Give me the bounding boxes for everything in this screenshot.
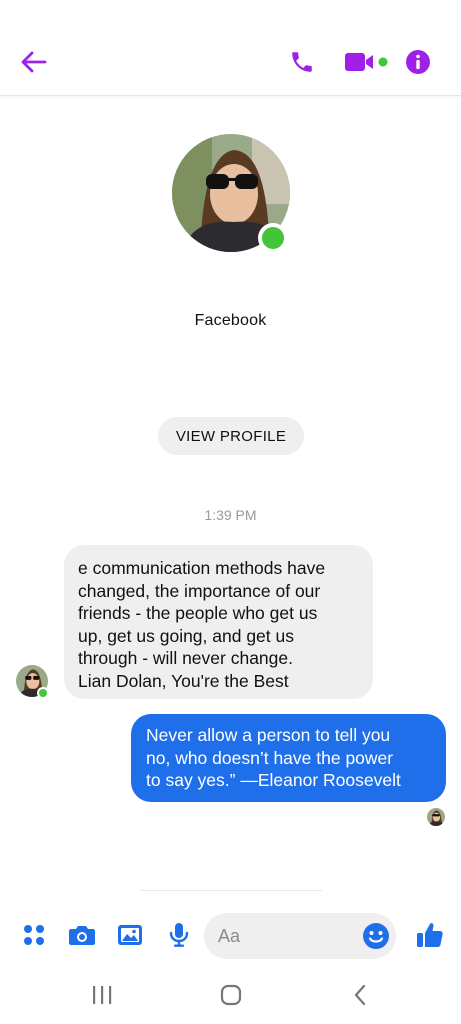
message-line: up, get us going, and get us [78, 625, 294, 646]
message-line: Lian Dolan, You're the Best [78, 670, 289, 691]
info-icon [406, 50, 430, 74]
message-composer [0, 905, 461, 967]
message-timestamp: 1:39 PM [204, 507, 257, 523]
recent-apps-button[interactable] [86, 981, 118, 1009]
video-call-button[interactable] [342, 46, 390, 78]
message-input-field[interactable] [204, 913, 396, 959]
message-line: e communication methods have [78, 558, 326, 578]
home-button[interactable] [215, 981, 247, 1009]
video-camera-icon [345, 53, 388, 71]
like-button[interactable] [414, 919, 446, 951]
phone-icon [292, 52, 312, 72]
message-line: friends - the people who get us [78, 603, 318, 623]
camera-button[interactable] [66, 919, 98, 951]
menu-dots-icon [24, 925, 44, 945]
emoji-icon[interactable] [362, 922, 390, 950]
info-button[interactable] [402, 46, 434, 78]
incoming-message-bubble[interactable]: e communication methods have changed, th… [64, 545, 373, 699]
thumbs-up-icon [417, 923, 443, 947]
system-navigation-bar [0, 967, 461, 1024]
more-actions-button[interactable] [18, 919, 50, 951]
back-arrow-icon [21, 51, 47, 73]
voice-message-button[interactable] [163, 919, 195, 951]
message-input[interactable] [218, 913, 358, 959]
home-icon [220, 984, 242, 1006]
read-receipt-avatar [427, 808, 445, 826]
system-back-button[interactable] [344, 981, 376, 1009]
message-line: no, who doesn’t have the power [146, 747, 394, 768]
message-line: through - will never change. [78, 648, 293, 668]
back-icon [354, 984, 366, 1006]
outgoing-message-bubble[interactable]: Never allow a person to tell you no, who… [131, 714, 446, 802]
gallery-icon [118, 925, 142, 945]
camera-icon [69, 926, 95, 945]
message-line: changed, the importance of our [78, 580, 321, 601]
message-line: to say yes.” —Eleanor Roosevelt [146, 770, 401, 790]
recent-apps-icon [93, 986, 112, 1004]
online-status-indicator [258, 223, 288, 253]
microphone-icon [169, 923, 189, 947]
audio-call-button[interactable] [286, 46, 318, 78]
conversation-header [0, 0, 461, 96]
gallery-button[interactable] [114, 919, 146, 951]
message-line: Never allow a person to tell you [146, 725, 391, 745]
view-profile-button[interactable]: VIEW PROFILE [158, 417, 304, 455]
sender-online-indicator [37, 687, 49, 699]
back-button[interactable] [18, 46, 50, 78]
contact-name: Facebook [194, 312, 267, 329]
divider [140, 890, 322, 891]
